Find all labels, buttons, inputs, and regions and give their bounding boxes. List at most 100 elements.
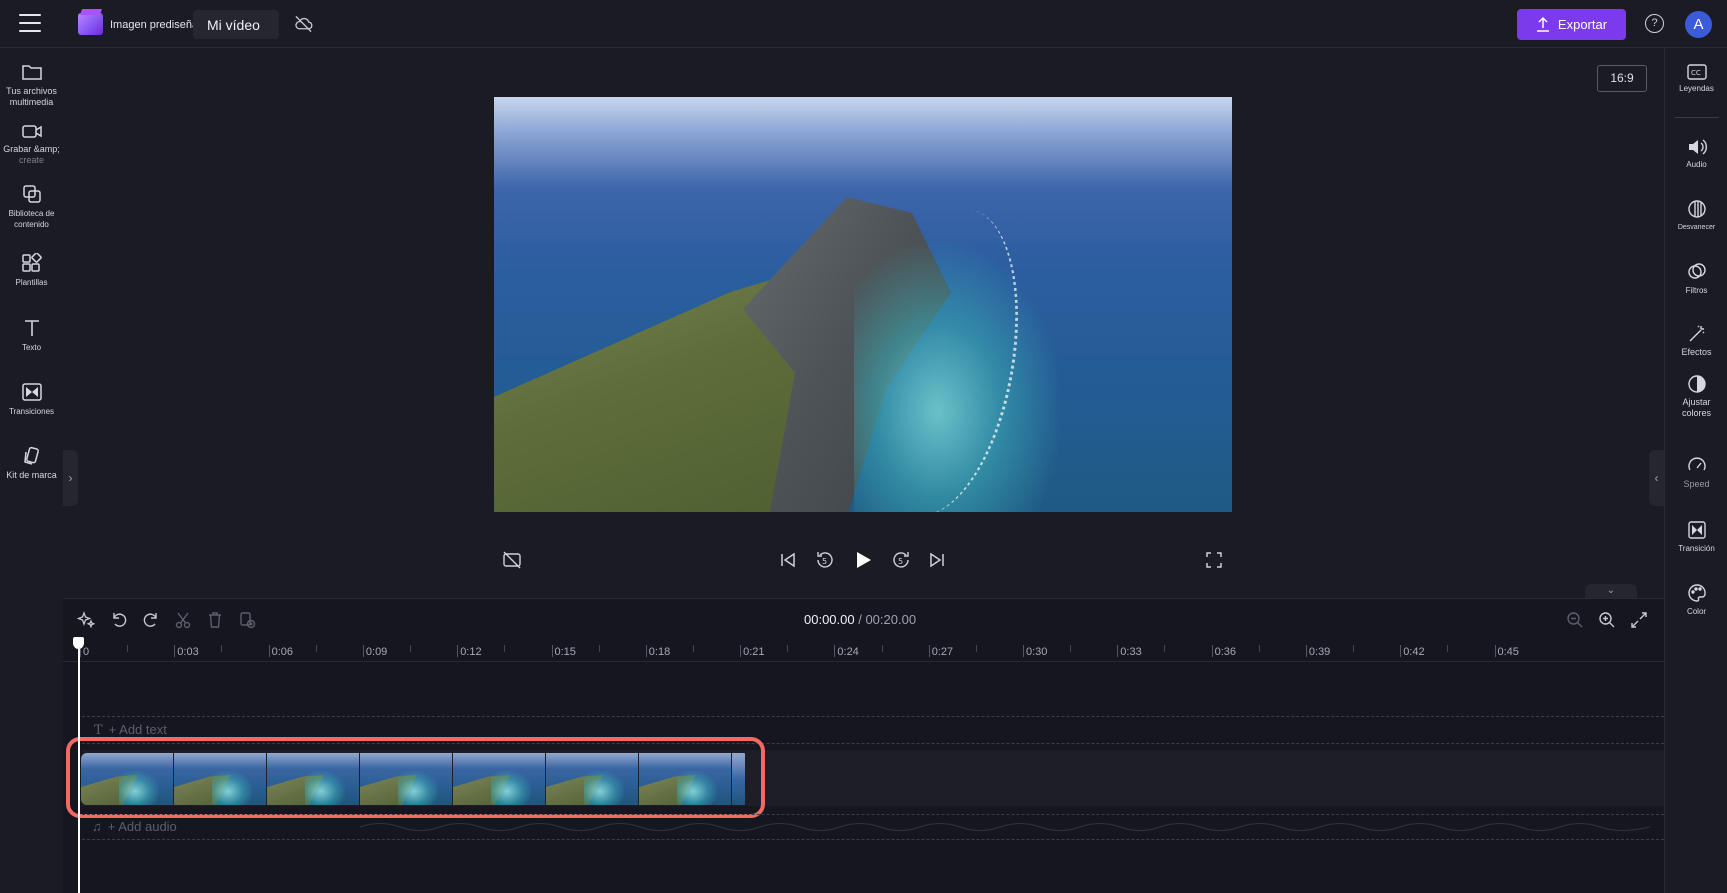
ruler-tick [1400, 645, 1402, 657]
sidebar-item-label: Kit de marca [6, 470, 57, 480]
redo-icon[interactable] [142, 611, 160, 629]
clip-highlight-outline [66, 737, 765, 818]
rewind-5-icon[interactable]: 5 [814, 549, 836, 571]
sidebar-item-sublabel: create [18, 155, 44, 165]
sidebar-item-brand-kit[interactable]: Kit de marca [0, 446, 63, 481]
property-label: Filtros [1685, 286, 1708, 295]
aspect-ratio-button[interactable]: 16:9 [1597, 65, 1647, 92]
timecode: 00:00.00 / 00:20.00 [804, 612, 916, 627]
property-label: Speed [1683, 479, 1710, 489]
sidebar-item-label: Plantillas [15, 278, 48, 287]
menu-icon[interactable] [19, 14, 41, 32]
hide-preview-icon[interactable] [502, 551, 522, 569]
property-label: Audio [1686, 160, 1707, 169]
property-filters[interactable]: Filtros [1665, 262, 1727, 296]
sidebar-item-label: Grabar &amp; [3, 144, 60, 154]
ruler-tick [551, 645, 553, 657]
playhead [78, 645, 80, 893]
property-fade[interactable]: Desvanecer [1665, 199, 1727, 233]
ruler-label: 0:12 [460, 646, 482, 658]
property-speed[interactable]: Speed [1665, 456, 1727, 490]
zoom-out-icon[interactable] [1566, 611, 1584, 629]
add-audio-track[interactable]: ♫ + Add audio [92, 819, 177, 834]
sidebar-item-text[interactable]: Texto [0, 318, 63, 353]
zoom-in-icon[interactable] [1598, 611, 1616, 629]
property-label: Desvanecer [1677, 224, 1716, 231]
ruler-subtick [1447, 645, 1449, 652]
sidebar-item-label: Tus archivos multimedia [6, 86, 57, 107]
add-text-track[interactable]: T + Add text [94, 722, 167, 738]
speed-icon [1687, 457, 1706, 471]
timeline-ruler[interactable]: 0 0:03 0:06 0:09 0:12 0:15 0:18 0:21 0:24 0:27 0:3… [63, 640, 1664, 662]
ruler-label: 0:33 [1120, 646, 1142, 658]
clipchamp-logo-icon [78, 13, 103, 35]
project-title-input[interactable]: Mi vídeo [193, 10, 279, 39]
ruler-tick [645, 645, 647, 657]
filters-icon [1687, 263, 1706, 279]
sidebar-item-content-library[interactable]: Biblioteca de contenido [0, 184, 63, 230]
property-color[interactable]: Color [1665, 583, 1727, 617]
ruler-tick [834, 645, 836, 657]
ruler-label: 0:03 [177, 646, 199, 658]
transition-icon [1687, 521, 1706, 539]
duplicate-icon[interactable] [238, 611, 256, 629]
folder-icon [21, 65, 42, 80]
property-captions[interactable]: CC Leyendas [1665, 64, 1727, 94]
ruler-label: 0:15 [554, 646, 576, 658]
fullscreen-icon[interactable] [1205, 551, 1223, 569]
collapse-left-panel-button[interactable]: › [63, 450, 78, 506]
ruler-subtick [692, 645, 694, 652]
divider [1675, 117, 1719, 118]
content-library-icon [22, 185, 41, 203]
help-icon[interactable]: ? [1645, 14, 1664, 33]
audio-waveform-placeholder [360, 823, 1650, 831]
collapse-timeline-button[interactable]: ⌄ [1585, 584, 1637, 598]
music-note-icon: ♫ [92, 819, 102, 834]
top-bar: Imagen prediseñada Mi vídeo Exportar ? A [0, 0, 1727, 48]
ruler-label: 0:45 [1497, 646, 1519, 658]
ruler-tick [1305, 645, 1307, 657]
forward-5-icon[interactable]: 5 [890, 549, 912, 571]
svg-text:CC: CC [1691, 69, 1701, 77]
undo-icon[interactable] [110, 611, 128, 629]
property-audio[interactable]: Audio [1665, 138, 1727, 170]
split-icon[interactable] [174, 611, 192, 629]
avatar[interactable]: A [1685, 11, 1712, 38]
captions-icon: CC [1686, 64, 1707, 80]
ruler-label: 0:18 [648, 646, 671, 658]
right-sidebar: CC Leyendas Audio Desvanecer Filtros Efe… [1664, 48, 1727, 893]
speaker-icon [1688, 139, 1707, 155]
camera-icon [21, 125, 42, 138]
ruler-label: 0:36 [1214, 646, 1237, 658]
sidebar-item-templates[interactable]: Plantillas [0, 253, 63, 288]
sidebar-item-label: Texto [21, 343, 42, 352]
play-icon[interactable] [853, 550, 873, 570]
sidebar-item-media[interactable]: Tus archivos multimedia [0, 62, 63, 108]
collapse-right-panel-button[interactable]: ‹ [1649, 450, 1664, 506]
cloud-off-icon[interactable] [294, 15, 313, 33]
property-adjust-colors[interactable]: Ajustar colores [1665, 374, 1727, 419]
add-audio-label: + Add audio [107, 819, 177, 834]
brand-kit-icon [23, 446, 39, 465]
sidebar-item-label: Biblioteca de contenido [8, 209, 55, 229]
export-button[interactable]: Exportar [1517, 9, 1626, 40]
current-time: 00:00.00 [804, 612, 855, 627]
skip-back-icon[interactable] [779, 551, 797, 569]
upload-icon [1536, 17, 1549, 32]
skip-forward-icon[interactable] [928, 551, 946, 569]
ruler-subtick [1070, 645, 1072, 652]
ruler-subtick [787, 645, 789, 652]
ruler-label: 0:30 [1026, 646, 1048, 658]
property-effects[interactable]: Efectos [1665, 324, 1727, 358]
sidebar-item-transitions[interactable]: Transiciones [0, 382, 63, 417]
templates-icon [21, 253, 42, 272]
export-label: Exportar [1557, 17, 1608, 32]
ruler-subtick [598, 645, 600, 652]
sidebar-item-record[interactable]: Grabar &amp; create [0, 122, 63, 165]
fit-timeline-icon[interactable] [1630, 611, 1648, 629]
total-time: 00:20.00 [865, 612, 917, 627]
delete-icon[interactable] [206, 611, 224, 629]
property-transition[interactable]: Transición [1665, 520, 1727, 554]
magic-edit-icon[interactable] [77, 611, 95, 629]
ruler-label: 0:42 [1403, 646, 1425, 658]
